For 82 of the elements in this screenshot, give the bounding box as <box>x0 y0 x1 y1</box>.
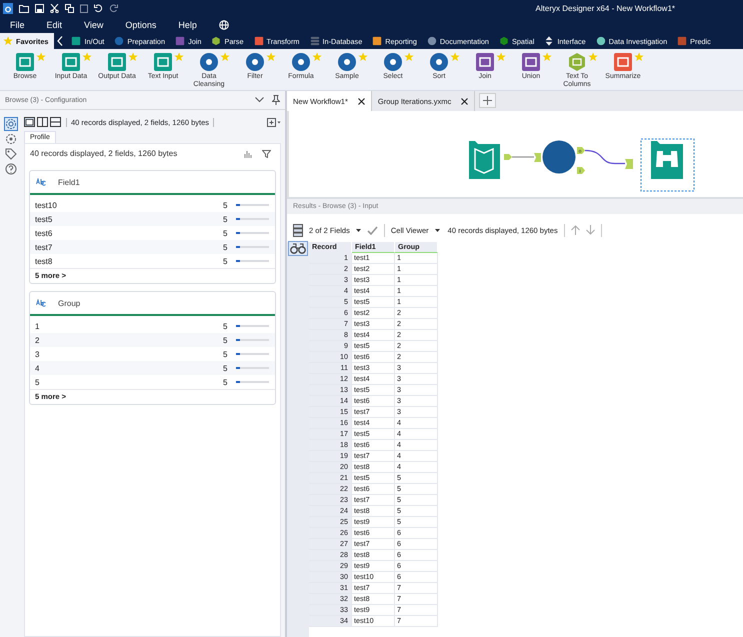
value-label: 4 <box>35 364 40 372</box>
menu-item[interactable]: View <box>84 20 104 30</box>
globe-icon[interactable] <box>218 20 229 30</box>
value-count: 5 <box>223 200 228 210</box>
value-count: 5 <box>223 256 228 266</box>
split-horizontal-icon[interactable] <box>50 117 61 127</box>
value-label: test8 <box>35 256 54 266</box>
menu-item[interactable]: File <box>10 20 25 30</box>
cut-icon[interactable] <box>50 4 59 12</box>
value-label: 1 <box>35 322 40 330</box>
star-icon[interactable] <box>404 52 414 62</box>
app-logo-icon <box>3 2 13 14</box>
value-label: test6 <box>35 228 54 238</box>
single-view-icon[interactable] <box>24 117 35 127</box>
input-tool-node[interactable] <box>469 141 500 179</box>
help-icon[interactable] <box>5 163 17 175</box>
connector-line <box>512 156 534 158</box>
profile-summary: 40 records displayed, 2 fields, 1260 bytes <box>30 149 178 158</box>
menu-item[interactable]: Options <box>125 20 156 30</box>
paste-icon[interactable] <box>80 4 88 12</box>
field-name: Field1 <box>58 178 80 186</box>
value-count: 5 <box>223 378 228 386</box>
split-vertical-icon[interactable] <box>37 117 48 127</box>
value-count: 5 <box>223 336 228 344</box>
value-count: 5 <box>223 228 228 238</box>
star-icon[interactable] <box>174 52 184 62</box>
star-icon[interactable] <box>496 52 506 62</box>
checkmark-icon[interactable] <box>366 226 378 234</box>
value-label: 3 <box>35 350 40 358</box>
target-icon[interactable] <box>5 133 17 145</box>
settings-icon[interactable] <box>5 118 17 130</box>
value-count: 5 <box>223 350 228 358</box>
value-count: 5 <box>223 322 228 330</box>
tool-node[interactable] <box>542 140 576 174</box>
star-icon[interactable] <box>266 52 276 62</box>
bar-chart-icon[interactable] <box>244 150 252 158</box>
value-label: 2 <box>35 336 40 344</box>
binoculars-icon[interactable] <box>289 242 307 255</box>
star-icon[interactable] <box>36 52 46 62</box>
menu-item[interactable]: Help <box>178 20 197 30</box>
value-label: test5 <box>35 214 54 224</box>
star-icon[interactable] <box>634 52 644 62</box>
export-dropdown-icon[interactable] <box>267 118 281 126</box>
filter-icon[interactable] <box>262 150 271 158</box>
save-icon[interactable] <box>35 4 44 12</box>
caret-icon[interactable] <box>356 228 361 232</box>
redo-icon[interactable] <box>109 4 118 12</box>
folder-icon[interactable] <box>19 4 29 12</box>
star-icon[interactable] <box>358 52 368 62</box>
value-count: 5 <box>223 214 228 224</box>
plus-icon <box>483 96 492 105</box>
value-label: test7 <box>35 242 54 252</box>
close-icon[interactable] <box>461 98 468 104</box>
star-icon[interactable] <box>588 52 598 62</box>
star-icon[interactable] <box>450 52 460 62</box>
star-icon[interactable] <box>82 52 92 62</box>
menu-item[interactable]: Edit <box>46 20 62 30</box>
value-label: test10 <box>35 200 58 210</box>
star-icon[interactable] <box>542 52 552 62</box>
string-type-icon <box>36 298 46 308</box>
input-anchor[interactable] <box>625 159 633 169</box>
star-icon[interactable] <box>128 52 138 62</box>
close-icon[interactable] <box>358 98 365 104</box>
chevron-left-icon[interactable] <box>57 36 64 46</box>
copy-icon[interactable] <box>65 4 74 12</box>
string-type-icon <box>36 178 46 186</box>
chevron-down-icon[interactable] <box>255 97 264 103</box>
value-label: 5 <box>35 378 40 386</box>
field-name: Group <box>58 298 80 308</box>
tag-icon[interactable] <box>5 148 17 160</box>
value-count: 5 <box>223 242 228 252</box>
value-count: 5 <box>223 364 228 372</box>
star-icon[interactable] <box>312 52 322 62</box>
star-icon[interactable] <box>220 52 230 62</box>
connector-line <box>584 150 625 164</box>
undo-icon[interactable] <box>94 4 103 12</box>
caret-icon[interactable] <box>434 228 440 232</box>
new-tab-button[interactable] <box>479 93 496 108</box>
rows-icon[interactable] <box>293 224 303 236</box>
window-title: Alteryx Designer x64 - New Workflow1* <box>536 4 675 12</box>
browse-tool-node[interactable] <box>651 141 683 179</box>
pin-icon[interactable] <box>272 95 280 105</box>
